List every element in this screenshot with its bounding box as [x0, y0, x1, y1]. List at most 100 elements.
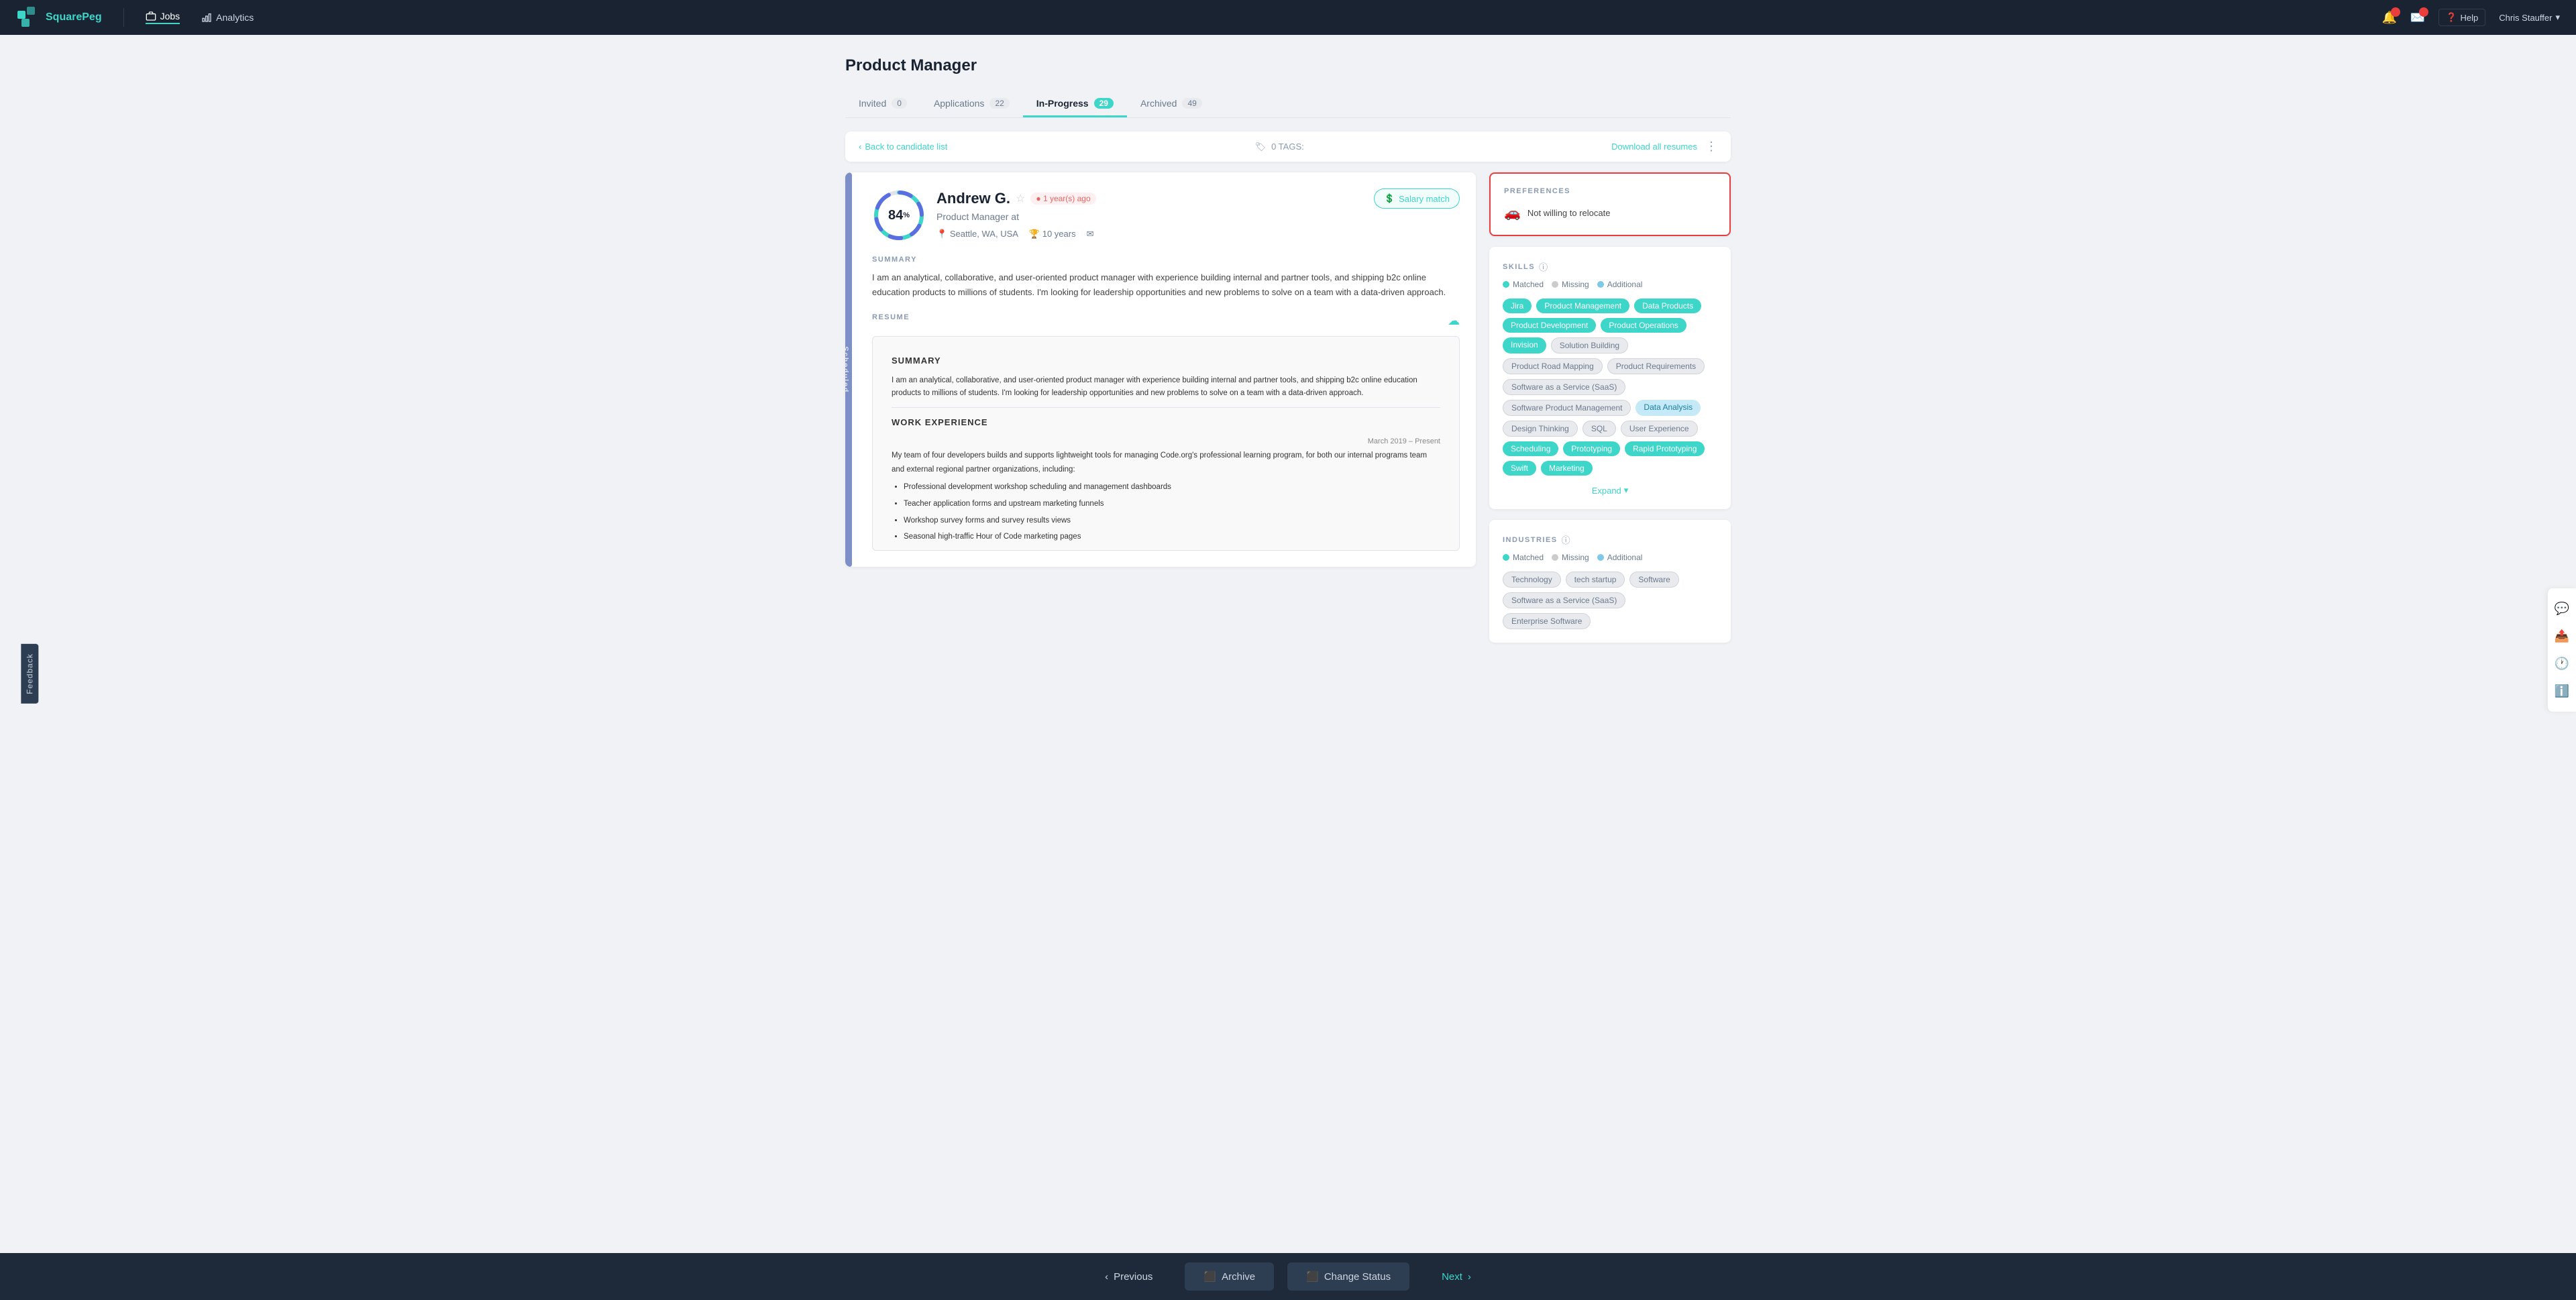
skill-tag-18[interactable]: Swift	[1503, 461, 1536, 476]
messages-icon[interactable]: ✉️	[2410, 11, 2425, 25]
archive-button[interactable]: ⬛ Archive	[1185, 1262, 1274, 1291]
dot-matched	[1503, 281, 1509, 288]
industry-tag-0[interactable]: Technology	[1503, 572, 1561, 588]
chevron-down-icon: ▾	[2555, 12, 2560, 23]
skills-card: SKILLS ⓘ Matched Missing Additional	[1489, 247, 1731, 509]
resume-bullet-2: Teacher application forms and upstream m…	[904, 497, 1440, 511]
change-status-button[interactable]: ⬛ Change Status	[1287, 1262, 1409, 1291]
industry-tag-4[interactable]: Enterprise Software	[1503, 613, 1591, 629]
skill-tag-4[interactable]: Product Operations	[1601, 318, 1686, 333]
skill-tag-8[interactable]: Product Requirements	[1607, 358, 1705, 374]
skill-tag-2[interactable]: Data Products	[1634, 299, 1701, 313]
user-menu[interactable]: Chris Stauffer ▾	[2499, 12, 2560, 23]
history-icon[interactable]: 🕐	[2555, 657, 2569, 671]
skills-info-icon[interactable]: ⓘ	[1539, 260, 1548, 273]
download-resumes-button[interactable]: Download all resumes	[1611, 142, 1697, 152]
skill-tag-16[interactable]: Prototyping	[1563, 441, 1620, 456]
notification-badge	[2391, 7, 2400, 17]
toolbar-left: ‹ Back to candidate list	[859, 142, 947, 152]
score-circle: 84%	[872, 188, 926, 242]
industries-legend: Matched Missing Additional	[1503, 553, 1717, 562]
skill-tag-1[interactable]: Product Management	[1536, 299, 1629, 313]
industry-tag-3[interactable]: Software as a Service (SaaS)	[1503, 592, 1625, 608]
ind-legend-missing: Missing	[1552, 553, 1589, 562]
right-sidebar: 💬 📤 🕐 ℹ️	[2547, 588, 2576, 712]
tab-in-progress-count: 29	[1094, 98, 1114, 109]
skill-tag-10[interactable]: Software Product Management	[1503, 400, 1631, 416]
dot-additional-ind	[1597, 554, 1604, 561]
back-button[interactable]: ‹ Back to candidate list	[859, 142, 947, 152]
candidate-info: Andrew G. ☆ ● 1 year(s) ago 💲 Salary mat…	[936, 188, 1460, 239]
scheduled-badge: Scheduled	[845, 172, 852, 567]
skill-tag-5[interactable]: Invision	[1503, 337, 1546, 354]
nav-analytics[interactable]: Analytics	[201, 12, 254, 23]
salary-match-button[interactable]: 💲 Salary match	[1374, 188, 1460, 209]
time-ago-badge: ● 1 year(s) ago	[1030, 193, 1095, 205]
archive-icon: ⬛	[1203, 1270, 1216, 1283]
skill-tag-7[interactable]: Product Road Mapping	[1503, 358, 1603, 374]
skill-tag-6[interactable]: Solution Building	[1551, 337, 1628, 354]
skill-tag-9[interactable]: Software as a Service (SaaS)	[1503, 379, 1625, 395]
resume-bullets: Professional development workshop schedu…	[892, 480, 1440, 544]
next-button[interactable]: Next ›	[1423, 1263, 1490, 1291]
notification-bell[interactable]: 🔔	[2381, 11, 2396, 25]
nav-jobs[interactable]: Jobs	[146, 11, 180, 24]
comment-icon[interactable]: 💬	[2555, 602, 2569, 616]
skill-tag-12[interactable]: Design Thinking	[1503, 421, 1578, 437]
more-options-button[interactable]: ⋮	[1705, 140, 1717, 154]
skill-tag-11[interactable]: Data Analysis	[1635, 400, 1701, 416]
resume-bullet-4: Seasonal high-traffic Hour of Code marke…	[904, 530, 1440, 544]
tab-invited-count: 0	[892, 98, 907, 109]
tab-archived[interactable]: Archived 49	[1127, 91, 1216, 117]
pref-relocation: 🚗 Not willing to relocate	[1504, 205, 1716, 221]
resume-job-date: March 2019 – Present	[1368, 435, 1440, 449]
info-icon[interactable]: ℹ️	[2555, 684, 2569, 698]
tab-invited[interactable]: Invited 0	[845, 91, 920, 117]
tab-applications[interactable]: Applications 22	[920, 91, 1023, 117]
bottom-action-bar: ‹ Previous ⬛ Archive ⬛ Change Status Nex…	[0, 1253, 2576, 1300]
resume-bullet-1: Professional development workshop schedu…	[904, 480, 1440, 494]
resume-job-2: Consistently hit program launch deadline…	[892, 549, 1440, 551]
app-logo[interactable]: SquarePeg	[16, 5, 102, 30]
resume-job-desc: My team of four developers builds and su…	[892, 449, 1440, 476]
skill-tag-19[interactable]: Marketing	[1541, 461, 1593, 476]
chevron-down-icon: ▾	[1624, 485, 1629, 496]
resume-work-heading: Work Experience	[892, 415, 1440, 430]
industry-tag-1[interactable]: tech startup	[1566, 572, 1625, 588]
skill-tag-14[interactable]: User Experience	[1621, 421, 1698, 437]
location-meta: 📍 Seattle, WA, USA	[936, 229, 1018, 239]
skill-tag-15[interactable]: Scheduling	[1503, 441, 1558, 456]
help-button[interactable]: ❓ Help	[2438, 9, 2485, 26]
tag-icon: 🏷	[1255, 142, 1267, 152]
upload-icon[interactable]: ☁	[1448, 314, 1460, 328]
summary-section: SUMMARY I am an analytical, collaborativ…	[872, 256, 1460, 300]
feedback-tab[interactable]: Feedback	[21, 644, 38, 704]
messages-badge	[2419, 7, 2428, 17]
star-icon[interactable]: ☆	[1016, 192, 1025, 205]
skill-tag-13[interactable]: SQL	[1582, 421, 1616, 437]
dot-missing-ind	[1552, 554, 1558, 561]
expand-skills-button[interactable]: Expand ▾	[1503, 485, 1717, 496]
skill-tag-17[interactable]: Rapid Prototyping	[1625, 441, 1705, 456]
skills-label: SKILLS	[1503, 263, 1535, 271]
experience-meta: 🏆 10 years	[1029, 229, 1076, 239]
email-icon[interactable]: ✉	[1087, 229, 1094, 239]
legend-matched: Matched	[1503, 280, 1544, 289]
resume-summary-text: I am an analytical, collaborative, and u…	[892, 374, 1440, 400]
skill-tag-0[interactable]: Jira	[1503, 299, 1532, 313]
previous-button[interactable]: ‹ Previous	[1086, 1263, 1171, 1291]
tab-in-progress[interactable]: In-Progress 29	[1023, 91, 1127, 117]
industries-card: INDUSTRIES ⓘ Matched Missing Additional	[1489, 520, 1731, 643]
nav-right-area: 🔔 ✉️ ❓ Help Chris Stauffer ▾	[2381, 9, 2560, 26]
industries-info-icon[interactable]: ⓘ	[1562, 533, 1570, 546]
toolbar-right: Download all resumes ⋮	[1611, 140, 1717, 154]
skill-tag-3[interactable]: Product Development	[1503, 318, 1596, 333]
main-content: Product Manager Invited 0 Applications 2…	[818, 35, 1758, 664]
tab-applications-count: 22	[989, 98, 1009, 109]
share-icon[interactable]: 📤	[2555, 629, 2569, 643]
top-navigation: SquarePeg Jobs Analytics 🔔 ✉️ ❓ Help Chr…	[0, 0, 2576, 35]
dot-additional	[1597, 281, 1604, 288]
candidate-toolbar: ‹ Back to candidate list 🏷 0 TAGS: Downl…	[845, 131, 1731, 162]
industry-tag-2[interactable]: Software	[1629, 572, 1678, 588]
candidate-meta: 📍 Seattle, WA, USA 🏆 10 years ✉	[936, 229, 1460, 239]
